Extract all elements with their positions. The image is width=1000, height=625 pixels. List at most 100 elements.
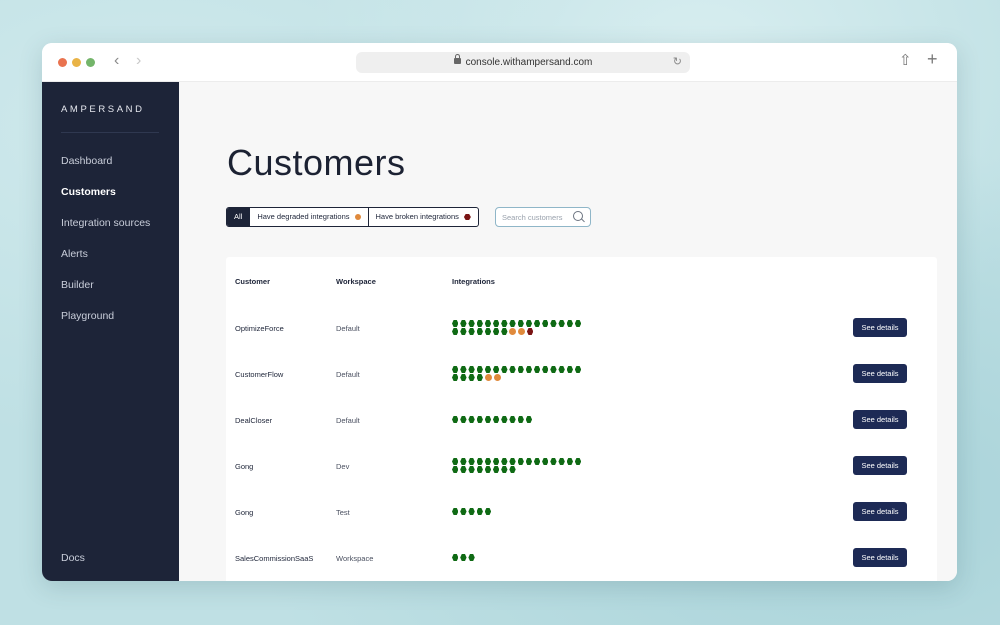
reload-icon[interactable]: ↻ [673,52,682,73]
table-row[interactable]: Gong Dev See details [226,442,937,488]
new-tab-icon[interactable]: + [927,49,938,69]
healthy-integration-icon[interactable] [501,458,508,465]
healthy-integration-icon[interactable] [574,320,582,327]
healthy-integration-icon[interactable] [492,328,500,335]
search-icon[interactable] [573,211,583,221]
broken-integration-icon[interactable] [526,328,534,335]
column-header-customer[interactable]: Customer [235,277,270,286]
healthy-integration-icon[interactable] [525,320,533,327]
healthy-integration-icon[interactable] [452,416,459,423]
healthy-integration-icon[interactable] [501,328,508,335]
healthy-integration-icon[interactable] [460,374,467,381]
healthy-integration-icon[interactable] [452,320,459,327]
back-arrow-icon[interactable]: ‹ [114,52,119,70]
address-bar[interactable]: console.withampersand.com ↻ [356,52,690,73]
healthy-integration-icon[interactable] [501,320,508,327]
healthy-integration-icon[interactable] [525,458,533,465]
degraded-integration-icon[interactable] [518,328,526,335]
healthy-integration-icon[interactable] [484,508,492,515]
healthy-integration-icon[interactable] [476,416,483,423]
healthy-integration-icon[interactable] [566,320,574,327]
sidebar-item-dashboard[interactable]: Dashboard [61,155,112,167]
search-input[interactable] [502,211,570,223]
healthy-integration-icon[interactable] [542,320,549,327]
healthy-integration-icon[interactable] [517,320,524,327]
healthy-integration-icon[interactable] [452,508,459,515]
forward-arrow-icon[interactable]: › [136,52,141,70]
healthy-integration-icon[interactable] [460,466,467,473]
sidebar-item-playground[interactable]: Playground [61,310,114,322]
see-details-button[interactable]: See details [853,456,907,475]
healthy-integration-icon[interactable] [468,554,475,561]
healthy-integration-icon[interactable] [484,416,492,423]
healthy-integration-icon[interactable] [484,320,492,327]
healthy-integration-icon[interactable] [558,366,565,373]
healthy-integration-icon[interactable] [460,554,467,561]
table-row[interactable]: CustomerFlow Default See details [226,350,937,396]
healthy-integration-icon[interactable] [460,320,467,327]
healthy-integration-icon[interactable] [476,508,483,515]
healthy-integration-icon[interactable] [468,366,475,373]
sidebar-item-docs[interactable]: Docs [61,552,85,564]
healthy-integration-icon[interactable] [509,466,516,473]
filter-broken[interactable]: Have broken integrations [369,208,478,226]
healthy-integration-icon[interactable] [468,416,475,423]
healthy-integration-icon[interactable] [468,508,475,515]
healthy-integration-icon[interactable] [558,320,565,327]
healthy-integration-icon[interactable] [452,328,459,335]
healthy-integration-icon[interactable] [550,320,557,327]
healthy-integration-icon[interactable] [492,466,500,473]
healthy-integration-icon[interactable] [509,458,516,465]
column-header-workspace[interactable]: Workspace [336,277,376,286]
healthy-integration-icon[interactable] [542,458,549,465]
healthy-integration-icon[interactable] [558,458,565,465]
sidebar-item-alerts[interactable]: Alerts [61,248,88,260]
healthy-integration-icon[interactable] [574,366,582,373]
healthy-integration-icon[interactable] [452,374,459,381]
filter-degraded[interactable]: Have degraded integrations [250,208,369,226]
table-row[interactable]: SalesCommissionSaaS Workspace See details [226,534,937,580]
share-icon[interactable]: ⇧ [899,51,912,71]
healthy-integration-icon[interactable] [484,366,492,373]
table-row[interactable]: OptimizeForce Default See details [226,304,937,350]
healthy-integration-icon[interactable] [476,328,483,335]
column-header-integrations[interactable]: Integrations [452,277,495,286]
healthy-integration-icon[interactable] [460,328,467,335]
healthy-integration-icon[interactable] [492,416,500,423]
healthy-integration-icon[interactable] [468,374,475,381]
see-details-button[interactable]: See details [853,548,907,567]
healthy-integration-icon[interactable] [484,466,492,473]
healthy-integration-icon[interactable] [460,508,467,515]
healthy-integration-icon[interactable] [533,366,541,373]
healthy-integration-icon[interactable] [460,458,467,465]
healthy-integration-icon[interactable] [533,320,541,327]
healthy-integration-icon[interactable] [566,366,574,373]
healthy-integration-icon[interactable] [492,458,500,465]
see-details-button[interactable]: See details [853,364,907,383]
healthy-integration-icon[interactable] [509,416,516,423]
healthy-integration-icon[interactable] [492,320,500,327]
healthy-integration-icon[interactable] [525,366,533,373]
healthy-integration-icon[interactable] [468,466,475,473]
table-row[interactable]: DealCloser Default See details [226,396,937,442]
healthy-integration-icon[interactable] [542,366,549,373]
healthy-integration-icon[interactable] [452,366,459,373]
degraded-integration-icon[interactable] [509,328,517,335]
close-window-button[interactable] [58,58,67,67]
degraded-integration-icon[interactable] [493,374,501,381]
sidebar-item-builder[interactable]: Builder [61,279,94,291]
healthy-integration-icon[interactable] [517,366,524,373]
healthy-integration-icon[interactable] [525,416,533,423]
healthy-integration-icon[interactable] [517,458,524,465]
healthy-integration-icon[interactable] [476,374,483,381]
healthy-integration-icon[interactable] [484,458,492,465]
degraded-integration-icon[interactable] [484,374,492,381]
healthy-integration-icon[interactable] [501,416,508,423]
healthy-integration-icon[interactable] [452,554,459,561]
see-details-button[interactable]: See details [853,318,907,337]
healthy-integration-icon[interactable] [468,320,475,327]
sidebar-item-customers[interactable]: Customers [61,186,116,198]
healthy-integration-icon[interactable] [509,366,516,373]
healthy-integration-icon[interactable] [533,458,541,465]
see-details-button[interactable]: See details [853,410,907,429]
